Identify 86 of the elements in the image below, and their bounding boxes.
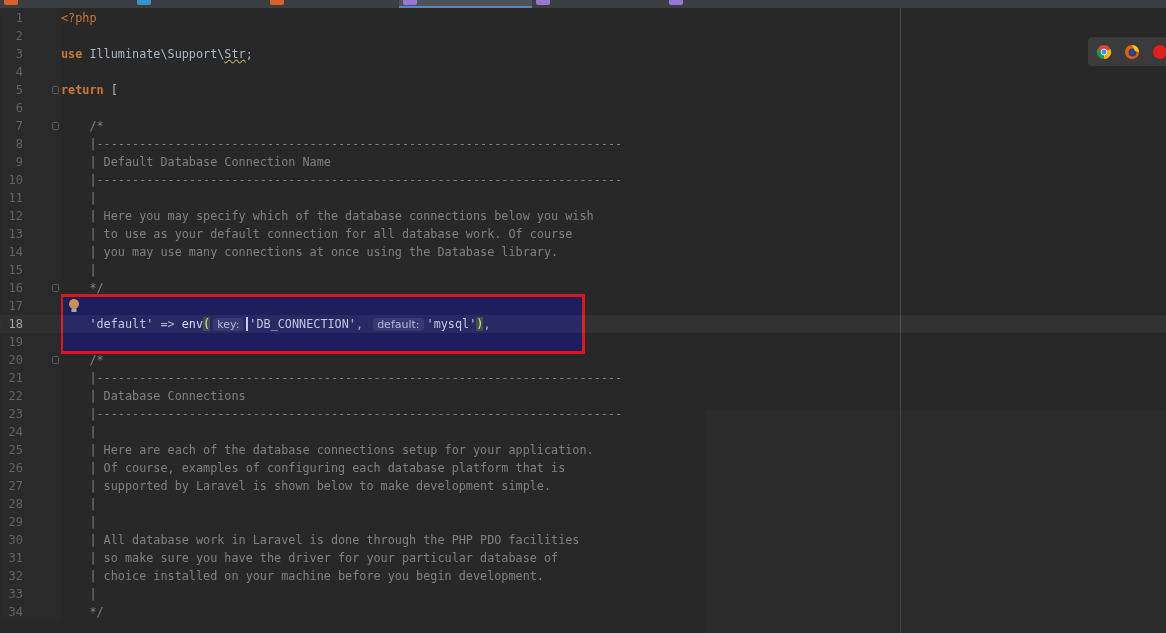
- code-token: Str: [224, 47, 246, 61]
- line-number: 28: [7, 497, 23, 511]
- code-token: | All database work in Laravel is done through the PHP PDO facilities: [88, 533, 580, 547]
- line-number: 9: [14, 155, 23, 169]
- editor-tab[interactable]: [399, 0, 532, 8]
- line-number: 10: [7, 173, 23, 187]
- line-number: 16: [7, 281, 23, 295]
- code-token: /*: [88, 353, 104, 367]
- line-number: 6: [14, 101, 23, 115]
- line-number: 32: [7, 569, 23, 583]
- line-number: 17: [7, 299, 23, 313]
- line-number: 8: [14, 137, 23, 151]
- line-number: 31: [7, 551, 23, 565]
- browser-icon[interactable]: [1096, 43, 1112, 60]
- line-number: 34: [7, 605, 23, 619]
- code-token: env: [181, 317, 204, 331]
- line-number: 33: [7, 587, 23, 601]
- code-token: |: [88, 191, 97, 205]
- line-number: 25: [7, 443, 23, 457]
- code-token: =>: [159, 317, 176, 331]
- file-icon: [270, 0, 284, 5]
- code-token: | Database Connections: [88, 389, 246, 403]
- code-token: | choice installed on your machine before you begin development.: [88, 569, 544, 583]
- code-token: */: [88, 605, 104, 619]
- line-number: 27: [7, 479, 23, 493]
- file-icon: [137, 0, 151, 5]
- code-token: ,: [483, 317, 491, 331]
- code-token: 'default': [88, 317, 154, 331]
- code-token: Illuminate\Support\: [88, 47, 225, 61]
- code-token: 'mysql': [426, 317, 477, 331]
- text-cursor: [246, 317, 249, 331]
- code-token: | Default Database Connection Name: [88, 155, 331, 169]
- code-token: 'DB_CONNECTION': [249, 317, 356, 331]
- code-token: */: [88, 281, 104, 295]
- line-number: 4: [14, 65, 23, 79]
- line-number: 29: [7, 515, 23, 529]
- line-number: 30: [7, 533, 23, 547]
- code-token: ): [476, 317, 484, 331]
- code-token: |--------------------------------------------------------------------------: [88, 407, 623, 421]
- code-token: (: [203, 317, 211, 331]
- line-number: 12: [7, 209, 23, 223]
- line-number: 5: [14, 83, 23, 97]
- file-icon: [669, 0, 683, 5]
- code-token: |: [88, 497, 97, 511]
- line-number: 2: [14, 29, 23, 43]
- file-icon: [536, 0, 550, 5]
- line-number: 22: [7, 389, 23, 403]
- browser-icon[interactable]: [1124, 43, 1140, 60]
- line-number: 1: [14, 11, 23, 25]
- code-token: | Here are each of the database connections setup for your application.: [88, 443, 594, 457]
- code-token: use: [61, 47, 83, 61]
- code-token: | supported by Laravel is shown below to make development simple.: [88, 479, 552, 493]
- code-token: | Of course, examples of configuring each database platform that is: [88, 461, 566, 475]
- line-number: 21: [7, 371, 23, 385]
- code-token: | Here you may specify which of the database connections below you wish: [88, 209, 594, 223]
- code-token: /*: [88, 119, 104, 133]
- file-icon: [403, 0, 417, 5]
- line-number: 14: [7, 245, 23, 259]
- code-token: |: [88, 515, 97, 529]
- code-token: |--------------------------------------------------------------------------: [88, 371, 623, 385]
- code-token: |--------------------------------------------------------------------------: [88, 173, 623, 187]
- code-token: | to use as your default connection for all database work. Of course: [88, 227, 573, 241]
- line-number: 20: [7, 353, 23, 367]
- file-icon: [4, 0, 18, 5]
- code-token: |: [88, 587, 97, 601]
- line-number: 13: [7, 227, 23, 241]
- line-number: 19: [7, 335, 23, 349]
- line-number: 26: [7, 461, 23, 475]
- code-token: | so make sure you have the driver for your particular database of: [88, 551, 559, 565]
- lightbulb-icon[interactable]: [68, 299, 80, 313]
- code-token: | you may use many connections at once using the Database library.: [88, 245, 559, 259]
- code-token: [: [109, 83, 118, 97]
- code-token: return: [61, 83, 104, 97]
- code-token: ,: [355, 317, 364, 331]
- code-token: |: [88, 263, 97, 277]
- line-number: 15: [7, 263, 23, 277]
- code-token: <?php: [61, 11, 97, 25]
- line-number: 18: [7, 317, 23, 331]
- code-token: ;: [245, 47, 253, 61]
- line-number: 3: [14, 47, 23, 61]
- code-token: |--------------------------------------------------------------------------: [88, 137, 623, 151]
- line-number: 24: [7, 425, 23, 439]
- line-number: 7: [14, 119, 23, 133]
- line-number: 23: [7, 407, 23, 421]
- code-token: |: [88, 425, 97, 439]
- line-number: 11: [7, 191, 23, 205]
